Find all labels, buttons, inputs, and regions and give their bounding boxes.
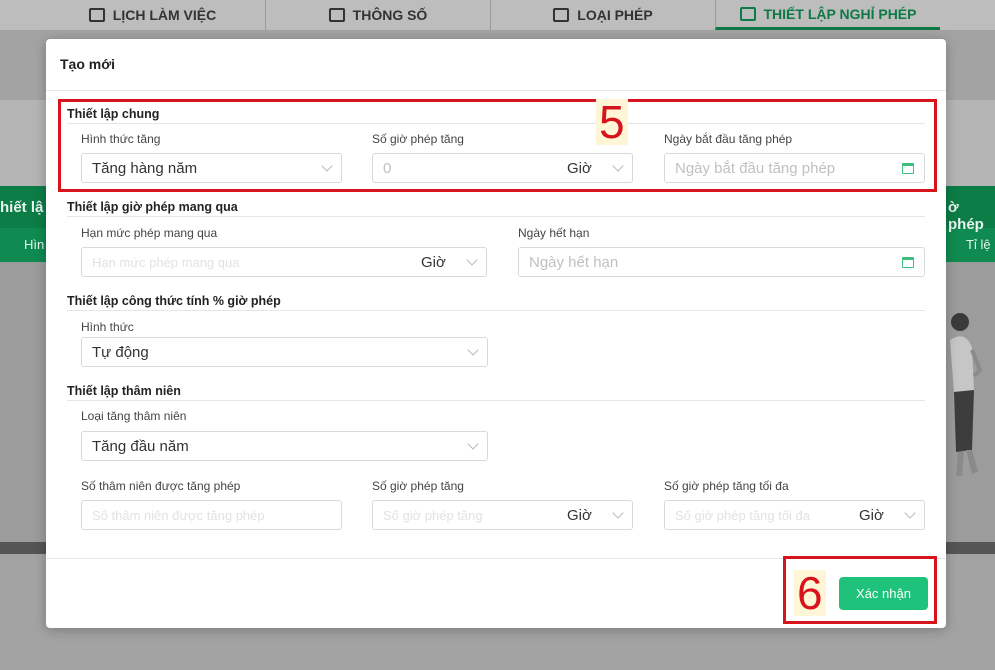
unit-value: Giờ [421,253,446,271]
unit-value: Giờ [859,506,884,524]
house-icon [553,8,570,22]
seniority-years-placeholder: Số thâm niên được tăng phép [92,507,265,523]
chevron-down-icon [467,438,479,450]
chevron-down-icon [467,344,479,356]
section-divider [67,310,925,311]
chevron-down-icon [904,507,916,519]
section-divider [67,400,925,401]
seniority-hours-input[interactable]: Số giờ phép tăng [372,500,558,530]
seniority-type-label: Loại tăng thâm niên [81,409,187,423]
carry-limit-placeholder: Hạn mức phép mang qua [92,254,240,270]
background-header-text: ờ phép [948,199,984,233]
section-divider [67,216,925,217]
seniority-type-select[interactable]: Tăng đầu năm [81,431,488,461]
expiry-date-picker[interactable]: Ngày hết hạn [518,247,925,277]
seniority-hours-unit-select[interactable]: Giờ [557,500,633,530]
tab-leave-types[interactable]: LOẠI PHÉP [490,0,715,30]
section-title-carry-over: Thiết lập giờ phép mang qua [67,200,238,214]
carry-limit-label: Hạn mức phép mang qua [81,226,218,240]
background-subheader-text: Hìn [24,237,45,252]
annotation-box-step-5 [58,99,937,192]
expiry-date-placeholder: Ngày hết hạn [529,253,619,271]
top-tab-bar: LỊCH LÀM VIỆC THÔNG SỐ LOẠI PHÉP THIẾT L… [0,0,995,30]
seniority-max-label: Số giờ phép tăng tối đa [664,479,789,493]
background-header-text: hiết lậ [0,199,44,216]
expiry-date-label: Ngày hết hạn [518,226,590,240]
formula-type-label: Hình thức [81,320,134,334]
calendar-icon [902,256,914,268]
woman-illustration-icon [950,313,983,476]
seniority-years-input[interactable]: Số thâm niên được tăng phép [81,500,342,530]
tab-parameters[interactable]: THÔNG SỐ [265,0,490,30]
tab-label: LOẠI PHÉP [577,7,653,23]
background-subheader-text: Tỉ lệ [966,237,991,252]
formula-type-value: Tự động [92,343,149,361]
tab-work-schedule[interactable]: LỊCH LÀM VIỆC [40,0,265,30]
section-title-formula: Thiết lập công thức tính % giờ phép [67,294,281,308]
carry-limit-input[interactable]: Hạn mức phép mang qua [81,247,412,277]
formula-type-select[interactable]: Tự động [81,337,488,367]
section-title-seniority: Thiết lập thâm niên [67,384,181,398]
calendar-icon [88,8,105,22]
chevron-down-icon [466,254,478,266]
camera-icon [328,8,345,22]
seniority-hours-label: Số giờ phép tăng [372,479,464,493]
unit-value: Giờ [567,506,592,524]
seniority-years-label: Số thâm niên được tăng phép [81,479,241,493]
seniority-hours-placeholder: Số giờ phép tăng [383,507,483,523]
house-settings-icon [739,6,756,21]
carry-unit-select[interactable]: Giờ [411,247,487,277]
seniority-type-value: Tăng đầu năm [92,437,189,455]
modal-title: Tạo mới [46,39,946,91]
chevron-down-icon [612,507,624,519]
tab-leave-settings[interactable]: THIẾT LẬP NGHỈ PHÉP [715,0,940,30]
annotation-number-5: 5 [596,99,628,145]
annotation-number-6: 6 [794,570,826,616]
seniority-max-input[interactable]: Số giờ phép tăng tối đa [664,500,850,530]
tab-label: THÔNG SỐ [352,7,428,23]
tab-label: THIẾT LẬP NGHỈ PHÉP [763,5,917,22]
tab-label: LỊCH LÀM VIỆC [112,7,217,23]
seniority-max-placeholder: Số giờ phép tăng tối đa [675,507,811,523]
seniority-max-unit-select[interactable]: Giờ [849,500,925,530]
